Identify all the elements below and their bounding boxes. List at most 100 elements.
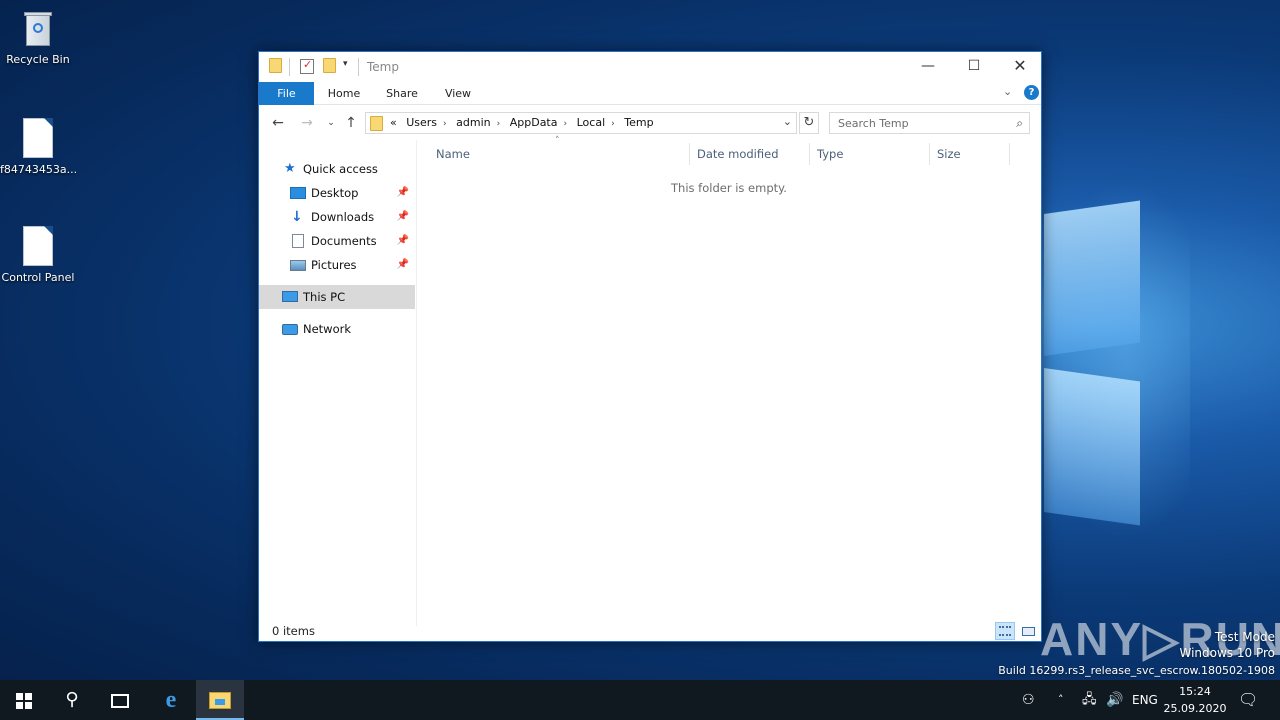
pin-icon[interactable]: 📌 bbox=[397, 181, 409, 205]
task-view-icon bbox=[111, 693, 129, 708]
column-header-type[interactable]: Type bbox=[811, 140, 929, 168]
qat-dropdown-icon[interactable]: ▾ bbox=[343, 59, 348, 77]
file-icon bbox=[23, 118, 53, 158]
properties-icon[interactable]: ✓ bbox=[300, 58, 314, 74]
maximize-button[interactable]: ☐ bbox=[951, 52, 997, 82]
search-icon: ⚲ bbox=[65, 689, 79, 710]
desktop-icon-file[interactable]: f84743453a... bbox=[0, 118, 78, 177]
back-button[interactable]: ← bbox=[269, 114, 287, 132]
address-row: ← → ⌄ ↑ « Users › admin › AppData › Local › … bbox=[259, 106, 1041, 140]
recent-locations-icon[interactable]: ⌄ bbox=[322, 114, 340, 132]
nav-label: Pictures bbox=[311, 258, 357, 272]
qat-divider bbox=[289, 58, 290, 76]
file-list[interactable]: ˄ Name Date modified Type Size This fold… bbox=[418, 136, 1041, 626]
search-placeholder: Search Temp bbox=[838, 117, 909, 130]
nav-item-quick-access[interactable]: ★ Quick access bbox=[259, 157, 415, 181]
forward-button[interactable]: → bbox=[298, 114, 316, 132]
clock[interactable]: 15:24 25.09.2020 bbox=[1160, 683, 1230, 717]
language-indicator[interactable]: ENG bbox=[1132, 680, 1158, 720]
pin-icon[interactable]: 📌 bbox=[397, 229, 409, 253]
minimize-button[interactable]: — bbox=[905, 52, 951, 82]
column-divider[interactable] bbox=[1009, 143, 1010, 165]
new-folder-icon[interactable] bbox=[323, 58, 336, 73]
star-icon: ★ bbox=[284, 161, 296, 176]
help-icon[interactable]: ? bbox=[1024, 85, 1039, 100]
window-title: Temp bbox=[367, 60, 399, 74]
start-button[interactable] bbox=[0, 680, 48, 720]
show-hidden-icons-icon[interactable]: ˄ bbox=[1058, 680, 1064, 720]
download-arrow-icon: ↓ bbox=[291, 209, 303, 225]
up-button[interactable]: ↑ bbox=[342, 114, 360, 132]
build-label: Build 16299.rs3_release_svc_escrow.18050… bbox=[998, 664, 1275, 677]
nav-label: This PC bbox=[303, 290, 346, 304]
desktop-icon-recycle-bin[interactable]: Recycle Bin bbox=[0, 8, 76, 67]
desktop-icon-label: Control Panel bbox=[1, 271, 75, 284]
address-bar[interactable]: « Users › admin › AppData › Local › Temp ⌄ bbox=[365, 112, 797, 134]
nav-item-pictures[interactable]: Pictures 📌 bbox=[259, 253, 415, 277]
volume-icon[interactable]: 🔊 bbox=[1106, 680, 1123, 720]
ribbon-tabs: File Home Share View ⌄ ? bbox=[259, 82, 1041, 105]
desktop-icon-label: Recycle Bin bbox=[6, 53, 70, 66]
search-button[interactable]: ⚲ bbox=[48, 680, 96, 720]
people-icon[interactable]: ⚇ bbox=[1022, 680, 1035, 720]
pictures-icon bbox=[290, 260, 306, 271]
task-view-button[interactable] bbox=[96, 680, 144, 720]
tab-share[interactable]: Share bbox=[377, 82, 427, 105]
file-explorer-icon bbox=[209, 692, 231, 709]
chevron-right-icon[interactable]: › bbox=[611, 119, 615, 129]
column-header-date-modified[interactable]: Date modified bbox=[691, 140, 809, 168]
desktop-icon-label: f84743453a... bbox=[0, 163, 78, 176]
column-divider[interactable] bbox=[929, 143, 930, 165]
test-mode-label: Test Mode bbox=[1214, 630, 1275, 644]
file-icon bbox=[23, 226, 53, 266]
column-divider[interactable] bbox=[689, 143, 690, 165]
navigation-pane: ★ Quick access Desktop 📌 ↓ Downloads 📌 D… bbox=[259, 140, 417, 626]
breadcrumb: « Users › admin › AppData › Local › Temp bbox=[390, 116, 660, 129]
nav-item-network[interactable]: Network bbox=[259, 317, 415, 341]
file-explorer-button[interactable] bbox=[196, 680, 244, 720]
breadcrumb-temp[interactable]: Temp bbox=[624, 116, 653, 129]
nav-item-documents[interactable]: Documents 📌 bbox=[259, 229, 415, 253]
nav-label: Desktop bbox=[311, 186, 359, 200]
title-bar[interactable]: ✓ ▾ Temp — ☐ ✕ bbox=[259, 52, 1041, 82]
nav-item-this-pc[interactable]: This PC bbox=[259, 285, 415, 309]
empty-folder-message: This folder is empty. bbox=[671, 181, 787, 195]
edge-icon: e bbox=[165, 687, 177, 713]
tab-home[interactable]: Home bbox=[319, 82, 369, 105]
breadcrumb-admin[interactable]: admin bbox=[456, 116, 490, 129]
chevron-right-icon[interactable]: › bbox=[564, 119, 568, 129]
computer-icon bbox=[282, 291, 298, 302]
breadcrumb-local[interactable]: Local bbox=[577, 116, 606, 129]
document-icon bbox=[292, 234, 304, 248]
column-divider[interactable] bbox=[809, 143, 810, 165]
ribbon-expand-icon[interactable]: ⌄ bbox=[1003, 85, 1012, 98]
search-input[interactable]: Search Temp ⌕ bbox=[829, 112, 1030, 134]
pin-icon[interactable]: 📌 bbox=[397, 205, 409, 229]
network-tray-icon[interactable]: 🖧 bbox=[1082, 680, 1097, 720]
edge-button[interactable]: e bbox=[147, 680, 195, 720]
refresh-button[interactable]: ↻ bbox=[799, 112, 819, 134]
column-header-size[interactable]: Size bbox=[931, 140, 1009, 168]
tab-file[interactable]: File bbox=[259, 82, 314, 105]
pin-icon[interactable]: 📌 bbox=[397, 253, 409, 277]
nav-label: Quick access bbox=[303, 162, 378, 176]
chevron-right-icon[interactable]: › bbox=[497, 119, 501, 129]
network-icon bbox=[282, 324, 298, 335]
desktop-icon-control-panel[interactable]: Control Panel bbox=[0, 226, 76, 285]
desktop-icon bbox=[290, 187, 306, 199]
close-button[interactable]: ✕ bbox=[997, 52, 1043, 82]
item-count: 0 items bbox=[272, 624, 315, 638]
nav-item-desktop[interactable]: Desktop 📌 bbox=[259, 181, 415, 205]
notifications-icon[interactable]: 🗨 bbox=[1238, 680, 1258, 720]
column-header-name[interactable]: Name bbox=[430, 140, 688, 168]
windows-logo-icon bbox=[16, 692, 32, 709]
breadcrumb-users[interactable]: Users bbox=[406, 116, 437, 129]
address-dropdown-icon[interactable]: ⌄ bbox=[783, 115, 792, 128]
chevron-right-icon[interactable]: › bbox=[443, 119, 447, 129]
tab-view[interactable]: View bbox=[433, 82, 483, 105]
clock-date: 25.09.2020 bbox=[1163, 702, 1227, 715]
breadcrumb-appdata[interactable]: AppData bbox=[510, 116, 558, 129]
breadcrumb-overflow[interactable]: « bbox=[390, 116, 397, 129]
nav-label: Documents bbox=[311, 234, 377, 248]
nav-item-downloads[interactable]: ↓ Downloads 📌 bbox=[259, 205, 415, 229]
